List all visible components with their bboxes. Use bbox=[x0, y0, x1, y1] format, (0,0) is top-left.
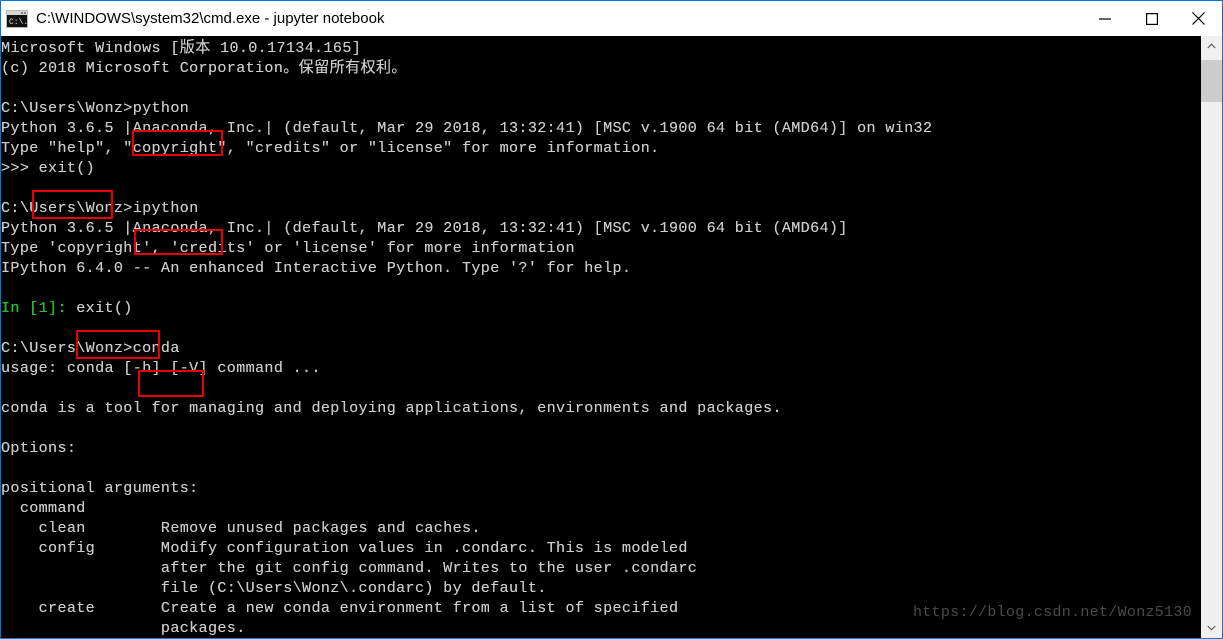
svg-text:C:\.: C:\. bbox=[9, 18, 28, 27]
scroll-thumb[interactable] bbox=[1201, 60, 1222, 102]
scroll-down-arrow[interactable] bbox=[1201, 618, 1222, 638]
vertical-scrollbar[interactable] bbox=[1200, 36, 1222, 638]
scrollbar-track[interactable] bbox=[1201, 56, 1222, 618]
minimize-button[interactable] bbox=[1081, 1, 1128, 36]
window-title: C:\WINDOWS\system32\cmd.exe - jupyter no… bbox=[36, 10, 385, 27]
cmd-window: C:\. C:\WINDOWS\system32\cmd.exe - jupyt… bbox=[0, 0, 1223, 639]
title-bar[interactable]: C:\. C:\WINDOWS\system32\cmd.exe - jupyt… bbox=[1, 1, 1222, 36]
window-controls bbox=[1081, 1, 1222, 36]
title-bar-left: C:\. C:\WINDOWS\system32\cmd.exe - jupyt… bbox=[1, 9, 1081, 28]
watermark: https://blog.csdn.net/Wonz5130 bbox=[912, 604, 1192, 621]
terminal-area: Microsoft Windows [版本 10.0.17134.165] (c… bbox=[1, 36, 1222, 638]
close-button[interactable] bbox=[1175, 1, 1222, 36]
ipython-prompt-label: In [1]: bbox=[1, 299, 67, 317]
scroll-up-arrow[interactable] bbox=[1201, 36, 1222, 56]
console-output[interactable]: Microsoft Windows [版本 10.0.17134.165] (c… bbox=[1, 36, 1200, 638]
maximize-button[interactable] bbox=[1128, 1, 1175, 36]
console-text: Microsoft Windows [版本 10.0.17134.165] (c… bbox=[1, 39, 933, 637]
cmd-console-icon: C:\. bbox=[6, 9, 28, 28]
